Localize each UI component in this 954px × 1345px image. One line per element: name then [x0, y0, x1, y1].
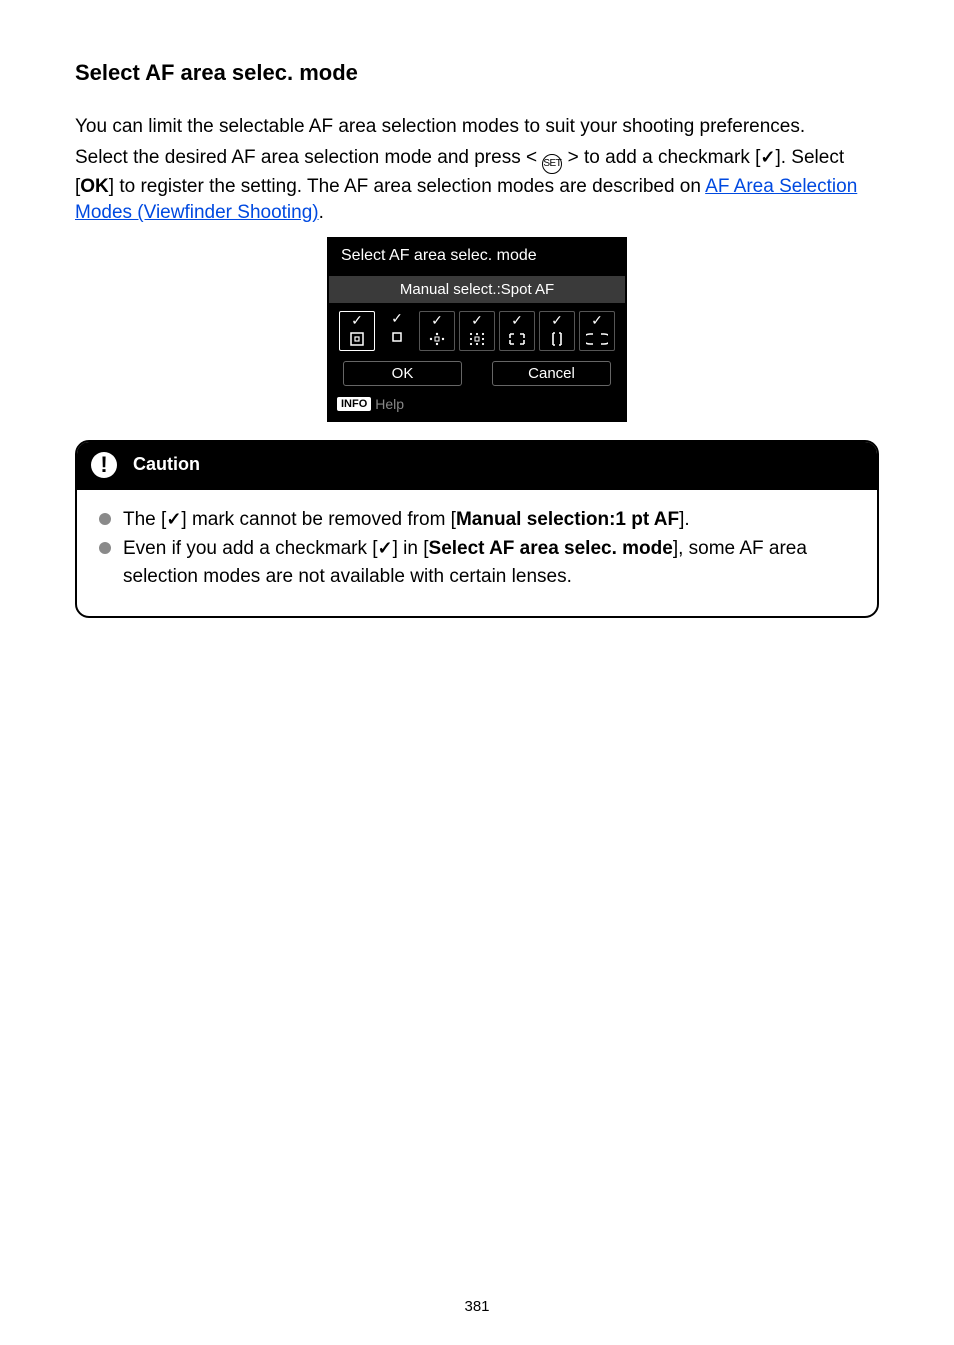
- checkmark-icon: ✓: [378, 538, 393, 558]
- screen-subtitle: Manual select.:Spot AF: [329, 276, 625, 303]
- intro-paragraph: You can limit the selectable AF area sel…: [75, 114, 879, 141]
- caution-text: ] in [: [393, 538, 429, 559]
- auto-selection-af-icon: [585, 329, 609, 349]
- caution-text: ] mark cannot be removed from [: [181, 509, 456, 530]
- spot-af-icon: [345, 329, 369, 349]
- checkmark-icon: ✓: [551, 313, 563, 327]
- screen-help-row: INFO Help: [329, 392, 625, 420]
- caution-text: The [: [123, 509, 166, 530]
- af-mode-largezone[interactable]: ✓: [539, 311, 575, 351]
- expand-af-surround-icon: [465, 329, 489, 349]
- para-text: .: [319, 202, 324, 223]
- help-label: Help: [375, 396, 404, 412]
- checkmark-icon: ✓: [431, 313, 443, 327]
- section-heading: Select AF area selec. mode: [75, 60, 879, 86]
- af-mode-zone[interactable]: ✓: [499, 311, 535, 351]
- large-zone-af-icon: [545, 329, 569, 349]
- checkmark-icon: ✓: [760, 147, 775, 167]
- cancel-button[interactable]: Cancel: [492, 361, 611, 386]
- caution-item: Even if you add a checkmark [✓] in [Sele…: [97, 535, 857, 590]
- ok-label-inline: OK: [80, 176, 109, 197]
- expand-af-4pt-icon: [425, 329, 449, 349]
- caution-bold: Manual selection:1 pt AF: [456, 509, 679, 530]
- checkmark-icon: ✓: [391, 311, 403, 325]
- para-text: > to add a checkmark [: [562, 147, 760, 168]
- caution-body: The [✓] mark cannot be removed from [Man…: [77, 490, 877, 617]
- ok-button[interactable]: OK: [343, 361, 462, 386]
- af-mode-1pt[interactable]: ✓: [379, 311, 415, 351]
- checkmark-icon: ✓: [511, 313, 523, 327]
- caution-text: Even if you add a checkmark [: [123, 538, 378, 559]
- checkmark-icon: ✓: [351, 313, 363, 327]
- caution-box: ! Caution The [✓] mark cannot be removed…: [75, 440, 879, 619]
- checkmark-icon: ✓: [591, 313, 603, 327]
- info-badge: INFO: [337, 397, 371, 411]
- af-mode-spot[interactable]: ✓: [339, 311, 375, 351]
- af-mode-auto[interactable]: ✓: [579, 311, 615, 351]
- af-mode-expand4[interactable]: ✓: [419, 311, 455, 351]
- caution-bold: Select AF area selec. mode: [429, 538, 673, 559]
- camera-screen: Select AF area selec. mode Manual select…: [327, 237, 627, 422]
- set-button-icon: SET: [542, 154, 562, 174]
- caution-text: ].: [679, 509, 690, 530]
- caution-header: ! Caution: [77, 442, 877, 490]
- para-text: Select the desired AF area selection mod…: [75, 147, 542, 168]
- para-text: ] to register the setting. The AF area s…: [109, 176, 705, 197]
- screen-title: Select AF area selec. mode: [329, 239, 625, 276]
- checkmark-icon: ✓: [471, 313, 483, 327]
- instruction-paragraph: Select the desired AF area selection mod…: [75, 145, 879, 227]
- checkmark-icon: ✓: [166, 509, 181, 529]
- screen-button-row: OK Cancel: [329, 361, 625, 392]
- af-mode-row: ✓ ✓ ✓ ✓: [329, 303, 625, 361]
- caution-title: Caution: [133, 454, 200, 475]
- page-number: 381: [0, 1298, 954, 1315]
- caution-icon: !: [91, 452, 117, 478]
- single-point-af-icon: [385, 327, 409, 347]
- af-mode-expand8[interactable]: ✓: [459, 311, 495, 351]
- caution-item: The [✓] mark cannot be removed from [Man…: [97, 506, 857, 534]
- zone-af-icon: [505, 329, 529, 349]
